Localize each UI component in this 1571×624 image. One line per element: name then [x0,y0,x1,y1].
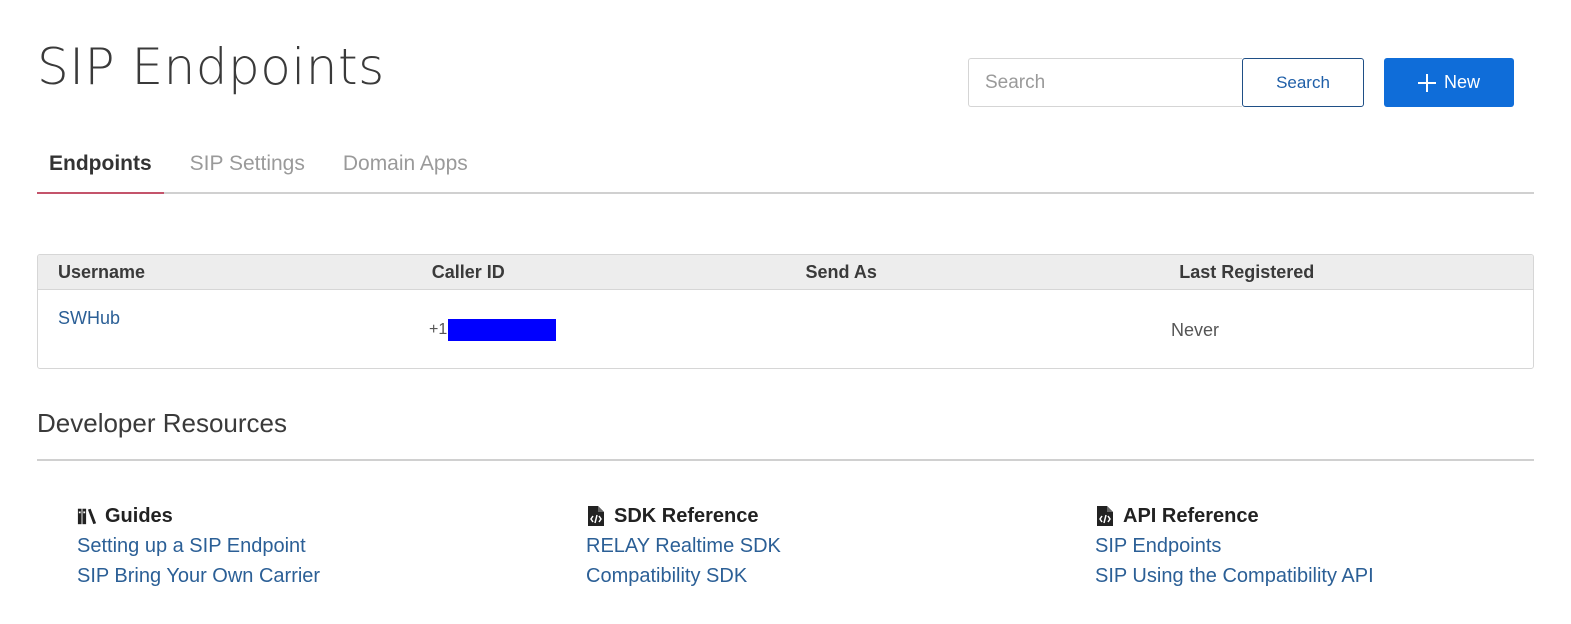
link-relay-realtime-sdk[interactable]: RELAY Realtime SDK [586,533,781,559]
resource-heading-label: SDK Reference [614,504,759,527]
column-header-caller-id: Caller ID [431,261,505,282]
link-compatibility-sdk[interactable]: Compatibility SDK [586,563,781,589]
table-row: SWHub +1 Never [38,290,1533,368]
column-header-username: Username [58,261,146,282]
column-header-send-as: Send As [805,261,877,282]
search-button[interactable]: Search [1242,58,1364,107]
resource-api-reference: API Reference SIP Endpoints SIP Using th… [1095,503,1374,589]
link-sip-compatibility-api[interactable]: SIP Using the Compatibility API [1095,563,1374,589]
search-box: Search [968,58,1364,107]
link-setting-up-sip-endpoint[interactable]: Setting up a SIP Endpoint [77,533,320,559]
endpoints-table: Username Caller ID Send As Last Register… [37,254,1534,369]
resource-sdk-reference: SDK Reference RELAY Realtime SDK Compati… [586,503,781,589]
section-divider [37,459,1534,461]
resource-heading-api: API Reference [1095,503,1374,529]
tab-sip-settings[interactable]: SIP Settings [178,140,317,192]
resource-heading-guides: Guides [77,503,320,529]
table-header: Username Caller ID Send As Last Register… [38,255,1533,290]
last-registered-cell: Never [1171,320,1220,340]
plus-icon [1417,73,1436,92]
resource-guides: Guides Setting up a SIP Endpoint SIP Bri… [77,503,320,589]
books-icon [77,508,97,525]
code-file-icon [1097,506,1113,526]
resource-heading-label: Guides [105,504,173,527]
tab-endpoints[interactable]: Endpoints [37,140,164,194]
new-button[interactable]: New [1384,58,1514,107]
link-sip-byoc[interactable]: SIP Bring Your Own Carrier [77,563,320,589]
code-file-icon [588,506,604,526]
link-sip-endpoints-api[interactable]: SIP Endpoints [1095,533,1374,559]
resource-heading-sdk: SDK Reference [586,503,781,529]
search-input[interactable] [968,58,1242,107]
page-title: SIP Endpoints [37,38,385,96]
redacted-caller-id [448,319,557,341]
tab-bar: Endpoints SIP Settings Domain Apps [37,140,1534,194]
column-header-last-registered: Last Registered [1179,261,1315,282]
caller-id-prefix: +1 [429,321,448,338]
tab-domain-apps[interactable]: Domain Apps [331,140,480,192]
new-button-label: New [1443,72,1480,92]
developer-resources-title: Developer Resources [37,408,288,438]
resource-heading-label: API Reference [1123,504,1259,527]
username-link[interactable]: SWHub [58,308,120,329]
caller-id-cell: +1 [429,319,557,341]
